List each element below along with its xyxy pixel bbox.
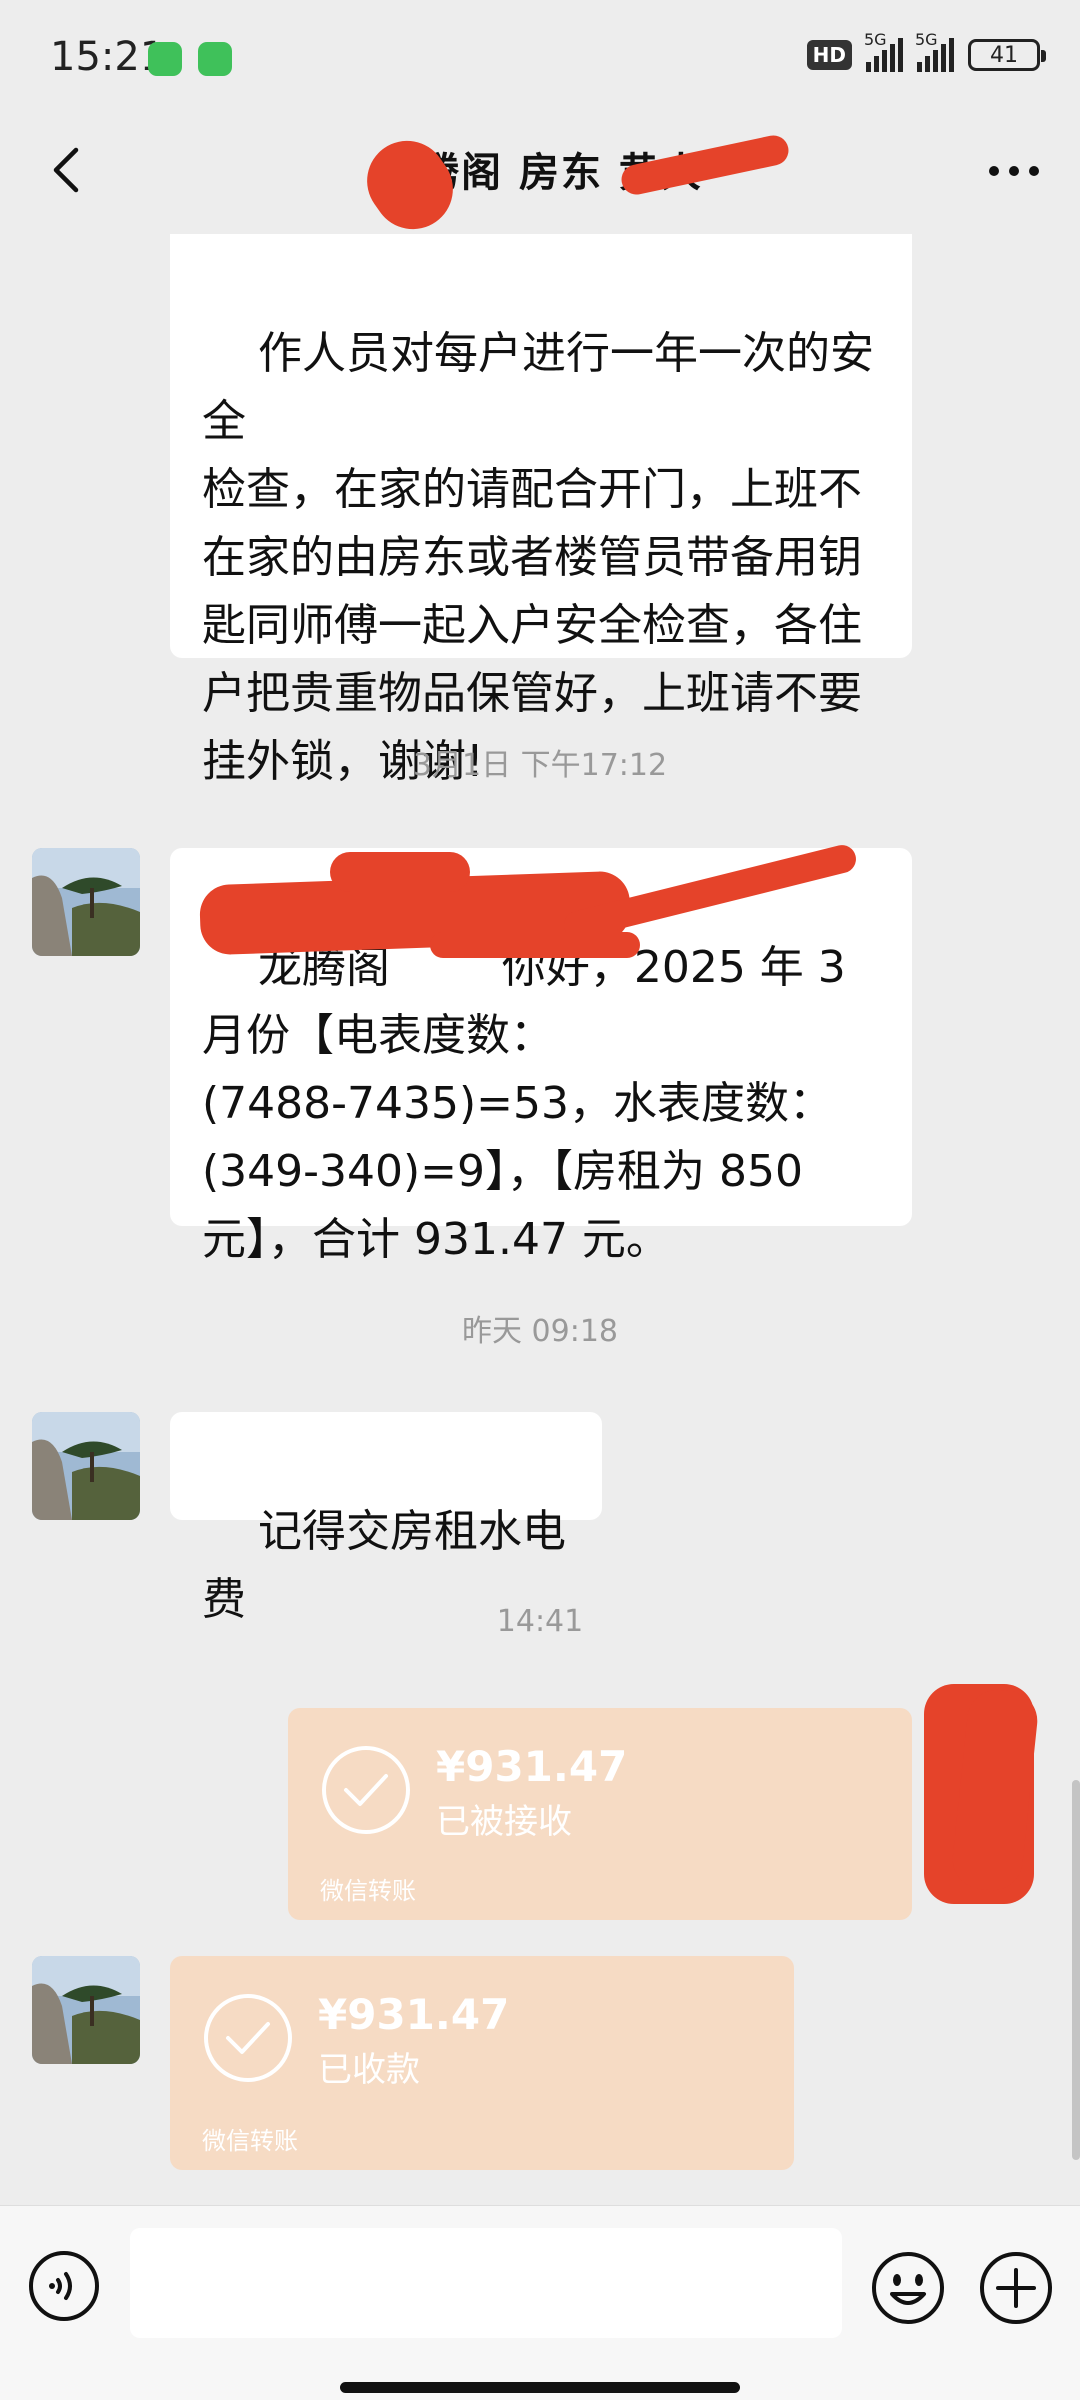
signal-icon-2: 5G [915, 30, 954, 72]
status-bar: 15:21 HD 5G 5G 41 [0, 0, 1080, 120]
check-circle-icon [322, 1746, 410, 1834]
phone-notification-icon [198, 42, 232, 76]
avatar[interactable] [32, 848, 140, 956]
status-indicators: HD 5G 5G 41 [806, 30, 1046, 72]
message-input[interactable] [130, 2228, 842, 2338]
chat-timestamp: 14:41 [496, 1604, 584, 1639]
redaction-mark [430, 932, 640, 958]
signal-icon: 5G [864, 30, 903, 72]
transfer-amount: ¥931.47 [436, 1742, 628, 1791]
message-text: 龙腾阁 你好，2025 年 3 月份【电表度数： (7488-7435)=53，… [202, 942, 846, 1265]
chat-message-list[interactable]: 作人员对每户进行一年一次的安全 检查，在家的请配合开门，上班不 在家的由房东或者… [0, 220, 1080, 2205]
chat-title: 龙腾阁 房东 黄大 [377, 150, 703, 196]
redaction-mark [330, 852, 470, 892]
network-type-label-2: 5G [915, 30, 938, 49]
message-bubble[interactable]: 记得交房租水电费 [170, 1412, 602, 1625]
avatar[interactable] [32, 1412, 140, 1520]
chat-timestamp: 3月1日 下午17:12 [412, 748, 668, 783]
chat-timestamp: 昨天 09:18 [462, 1314, 618, 1349]
voice-icon[interactable] [28, 2250, 100, 2322]
network-type-label: 5G [864, 30, 887, 49]
scrollbar[interactable] [1072, 1780, 1080, 2160]
hd-voice-badge: HD [806, 40, 852, 70]
transfer-status: 已被接收 [436, 1802, 572, 1842]
emoji-icon[interactable] [870, 2250, 946, 2326]
battery-icon: 41 [968, 39, 1046, 71]
message-bubble[interactable]: 作人员对每户进行一年一次的安全 检查，在家的请配合开门，上班不 在家的由房东或者… [170, 234, 912, 787]
transfer-amount: ¥931.47 [318, 1990, 510, 2039]
home-indicator[interactable] [340, 2382, 740, 2393]
message-text: 作人员对每户进行一年一次的安全 检查，在家的请配合开门，上班不 在家的由房东或者… [202, 328, 874, 787]
more-dots-icon[interactable] [984, 156, 1044, 186]
plus-icon[interactable] [978, 2250, 1054, 2326]
input-bar [0, 2205, 1080, 2400]
transfer-status: 已收款 [318, 2050, 420, 2090]
chat-header: 龙腾阁 房东 黄大 [0, 120, 1080, 245]
avatar[interactable] [32, 1956, 140, 2064]
transfer-card[interactable]: ¥931.47 已被接收 微信转账 [288, 1708, 912, 1920]
transfer-label: 微信转账 [320, 1877, 416, 1905]
wechat-notification-icon [148, 42, 182, 76]
transfer-label: 微信转账 [202, 2127, 298, 2155]
battery-level: 41 [990, 42, 1018, 68]
check-circle-icon [204, 1994, 292, 2082]
transfer-card[interactable]: ¥931.47 已收款 微信转账 [170, 1956, 794, 2170]
